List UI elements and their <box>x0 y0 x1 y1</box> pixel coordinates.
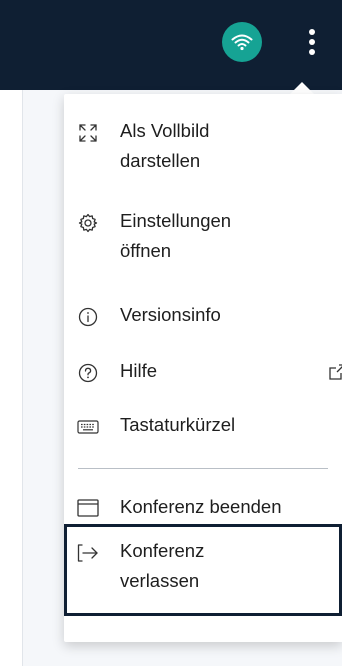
options-menu: Als Vollbild darstellen Einstellungen öffn… <box>64 94 342 642</box>
window-icon <box>77 497 99 519</box>
menu-item-settings[interactable]: Einstellungen öffnen <box>64 206 342 270</box>
gear-icon <box>77 212 99 234</box>
menu-item-label: Einstellungen öffnen <box>120 210 232 261</box>
menu-item-label: Konferenz beenden <box>120 496 282 517</box>
menu-item-label: Versionsinfo <box>120 304 221 325</box>
menu-item-fullscreen[interactable]: Als Vollbild darstellen <box>64 116 342 180</box>
more-options-button[interactable] <box>300 20 324 64</box>
wifi-icon <box>231 34 253 51</box>
menu-item-label: Tastaturkürzel <box>120 414 236 435</box>
kebab-menu-icon <box>309 29 315 55</box>
menu-item-label: Konferenz verlassen <box>120 540 205 591</box>
app-header <box>0 0 342 90</box>
external-link-icon <box>329 364 342 380</box>
menu-item-version[interactable]: Versionsinfo <box>64 300 342 334</box>
menu-item-help[interactable]: Hilfe <box>64 356 342 390</box>
menu-item-label: Hilfe <box>120 360 158 381</box>
info-icon <box>77 306 99 328</box>
menu-divider <box>78 468 328 469</box>
menu-item-end-conference[interactable]: Konferenz beenden <box>64 492 342 526</box>
help-icon <box>77 362 99 384</box>
keyboard-icon <box>77 416 99 438</box>
menu-item-shortcuts[interactable]: Tastaturkürzel <box>64 410 342 444</box>
menu-item-label: Als Vollbild darstellen <box>120 120 210 171</box>
exit-icon <box>77 542 99 564</box>
connection-status-button[interactable] <box>222 22 262 62</box>
fullscreen-icon <box>77 122 99 144</box>
menu-caret <box>290 82 314 94</box>
menu-item-leave-conference[interactable]: Konferenz verlassen <box>64 536 342 604</box>
